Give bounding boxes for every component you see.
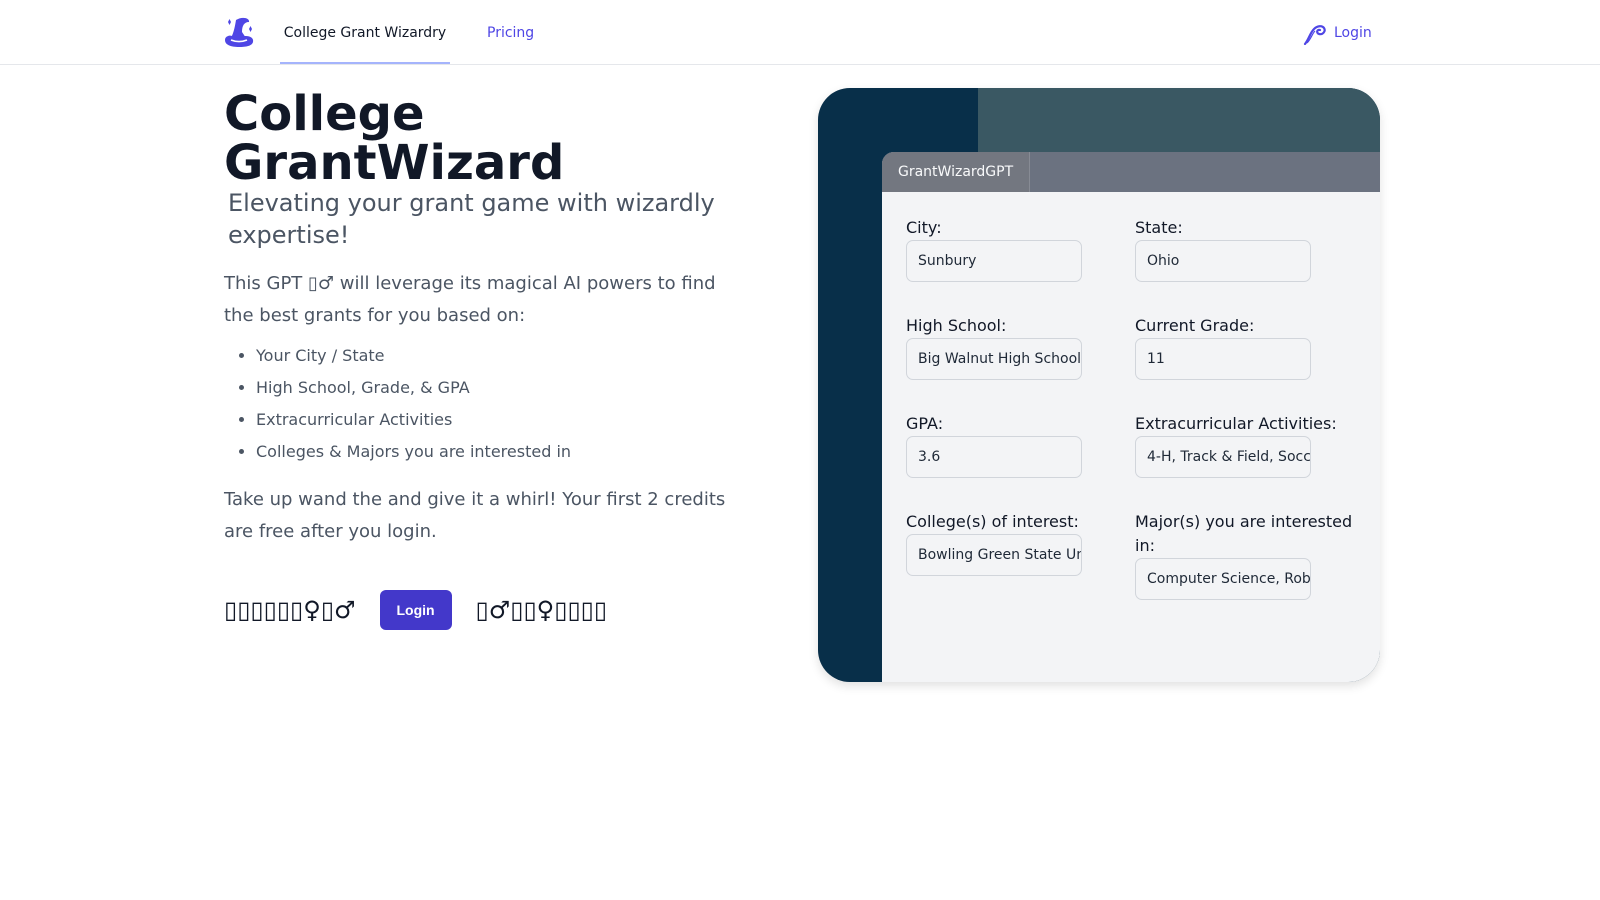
wizard-hat-icon[interactable] xyxy=(222,14,256,50)
city-input[interactable]: Sunbury xyxy=(906,240,1082,282)
gpa-input[interactable]: 3.6 xyxy=(906,436,1082,478)
colleges-label: College(s) of interest: xyxy=(906,512,1079,531)
page-subtitle: Elevating your grant game with wizardly … xyxy=(228,189,715,249)
extracurricular-label: Extracurricular Activities: xyxy=(1135,414,1337,433)
extracurricular-field: Extracurricular Activities: 4-H, Track &… xyxy=(1135,412,1355,478)
majors-input[interactable]: Computer Science, Robotics xyxy=(1135,558,1311,600)
app-preview-panel: GrantWizardGPT City: Sunbury State: Ohio… xyxy=(818,88,1380,682)
colleges-field: College(s) of interest: Bowling Green St… xyxy=(906,510,1126,576)
majors-field: Major(s) you are interested in: Computer… xyxy=(1135,510,1355,600)
high-school-field: High School: Big Walnut High School xyxy=(906,314,1126,380)
colleges-input[interactable]: Bowling Green State University xyxy=(906,534,1082,576)
state-field: State: Ohio xyxy=(1135,216,1355,282)
intro-paragraph: This GPT ▯♂ will leverage its magical AI… xyxy=(224,273,716,326)
list-item: Your City / State xyxy=(256,340,571,372)
current-grade-input[interactable]: 11 xyxy=(1135,338,1311,380)
nav-tab-pricing[interactable]: Pricing xyxy=(487,0,534,64)
list-item: High School, Grade, & GPA xyxy=(256,372,571,404)
panel-header-band xyxy=(978,88,1380,152)
high-school-label: High School: xyxy=(906,316,1007,335)
list-item: Colleges & Majors you are interested in xyxy=(256,436,571,468)
login-button[interactable]: Login xyxy=(379,590,452,630)
cta-row: ▯▯▯▯▯▯♀▯♂ Login ▯♂▯▯♀▯▯▯▯ xyxy=(224,589,607,631)
emoji-decoration-left: ▯▯▯▯▯▯♀▯♂ xyxy=(224,596,356,624)
cta-paragraph: Take up wand the and give it a whirl! Yo… xyxy=(224,489,726,542)
header-login-label: Login xyxy=(1334,25,1372,41)
header-login-link[interactable]: Login xyxy=(1302,20,1372,46)
current-grade-field: Current Grade: 11 xyxy=(1135,314,1355,380)
nav-tab-college-grant-wizardry[interactable]: College Grant Wizardry xyxy=(280,0,450,64)
gpa-field: GPA: 3.6 xyxy=(906,412,1126,478)
state-input[interactable]: Ohio xyxy=(1135,240,1311,282)
extracurricular-input[interactable]: 4-H, Track & Field, Soccer xyxy=(1135,436,1311,478)
top-nav-bar: College Grant Wizardry Pricing Login xyxy=(0,0,1600,65)
emoji-decoration-right: ▯♂▯▯♀▯▯▯▯ xyxy=(475,596,608,624)
list-item: Extracurricular Activities xyxy=(256,404,571,436)
city-label: City: xyxy=(906,218,942,237)
gpa-label: GPA: xyxy=(906,414,944,433)
window-tab-grantwizardgpt[interactable]: GrantWizardGPT xyxy=(882,152,1031,192)
high-school-input[interactable]: Big Walnut High School xyxy=(906,338,1082,380)
wand-swirl-icon xyxy=(1303,25,1326,45)
window-tab-bar: GrantWizardGPT xyxy=(882,152,1380,192)
current-grade-label: Current Grade: xyxy=(1135,316,1255,335)
page-title: College GrantWizard xyxy=(224,86,565,191)
city-field: City: Sunbury xyxy=(906,216,1126,282)
feature-list: Your City / State High School, Grade, & … xyxy=(256,340,571,468)
majors-label: Major(s) you are interested in: xyxy=(1135,512,1353,555)
state-label: State: xyxy=(1135,218,1183,237)
preview-window: GrantWizardGPT City: Sunbury State: Ohio… xyxy=(882,152,1380,682)
